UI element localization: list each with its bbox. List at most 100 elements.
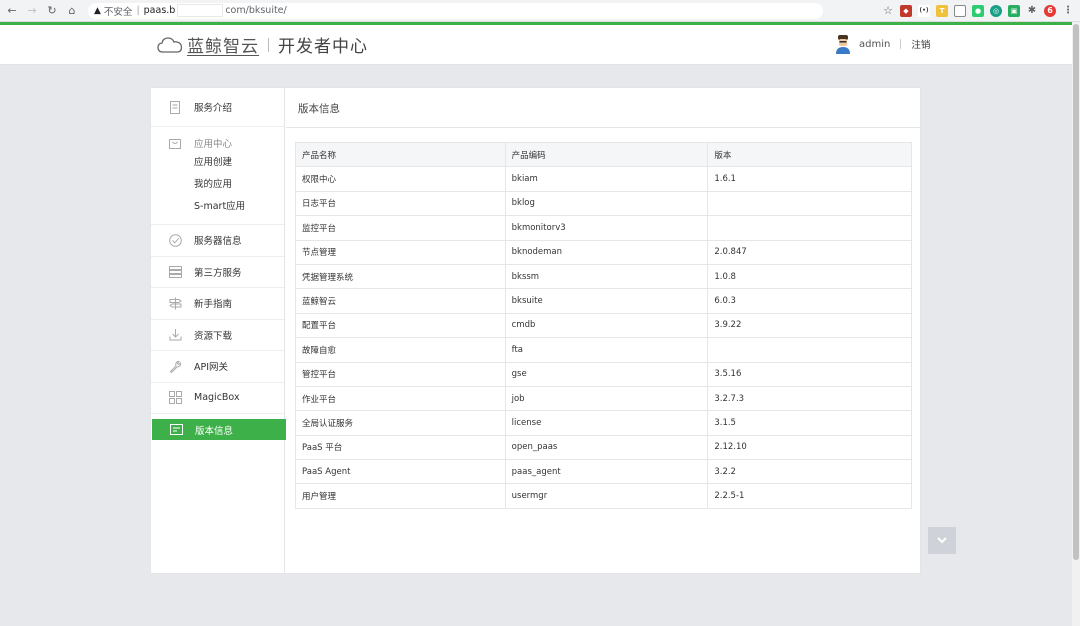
product-version: 3.9.22 [707,312,912,339]
product-name: PaaS Agent [295,459,506,485]
logo[interactable]: 蓝鲸智云 开发者中心 [157,32,368,57]
server-icon [168,265,182,279]
sidebar-item-third-party[interactable]: 第三方服务 [151,257,284,288]
column-header: 版本 [707,141,912,168]
sidebar-item-version-info[interactable]: 版本信息 [152,419,286,440]
product-version [707,215,912,241]
product-name: 权限中心 [295,166,506,192]
bookmark-star-icon[interactable]: ☆ [882,4,894,17]
page-title: 开发者中心 [278,37,368,57]
table-row: PaaS Agent paas_agent 3.2.2 [295,459,912,485]
product-code: open_paas [504,434,709,461]
product-code: usermgr [504,483,709,509]
table-row: 全局认证服务 license 3.1.5 [295,410,912,436]
cloud-logo-icon [157,36,183,53]
product-code: bkiam [504,166,709,192]
version-table: 产品名称 产品编码 版本 权限中心 bkiam 1.6.1 日志平台 bklog 监控… [295,141,912,509]
username[interactable]: admin [859,39,890,50]
bag-icon [168,136,182,150]
product-name: 节点管理 [295,239,506,265]
product-version: 1.6.1 [707,166,912,192]
url-path: com/bksuite/ [225,5,287,16]
extension-icon[interactable]: T [936,4,948,17]
sidebar-item-app-center[interactable]: 应用中心 [151,133,284,152]
product-version: 3.1.5 [707,410,912,436]
product-code: paas_agent [504,459,709,485]
extension-icon[interactable] [954,4,966,17]
product-code: license [504,410,709,436]
sidebar-item-service-intro[interactable]: 服务介绍 [151,88,284,127]
sidebar-item-api-gateway[interactable]: API网关 [151,351,284,383]
product-code: bknodeman [504,239,709,265]
download-icon [168,328,182,342]
sidebar-item-label: 服务介绍 [194,103,233,114]
evernote-icon[interactable]: ● [972,4,984,17]
sidebar-item-label: 应用中心 [194,138,233,150]
ublock-icon[interactable]: ◆ [900,4,912,17]
forward-arrow-icon[interactable]: → [24,3,40,19]
menu-dots-icon[interactable]: ⋮ [1062,5,1074,17]
signpost-icon [168,296,182,310]
wrench-icon [168,359,182,373]
product-name: 全局认证服务 [295,410,506,436]
product-code: bklog [504,190,709,217]
sidebar-item-label: 资源下载 [194,330,233,342]
sidebar-subitem-app-create[interactable]: 应用创建 [151,152,284,174]
avatar[interactable] [835,34,851,54]
extension-icon[interactable]: ▣ [1008,4,1020,17]
browser-toolbar: ← → ↻ ⌂ ▲ 不安全 | paas.b com/bksuite/ ☆ ◆ … [0,0,1080,22]
product-name: 用户管理 [295,483,506,509]
sidebar-subitem-my-apps[interactable]: 我的应用 [151,174,284,196]
product-code: bkmonitorv3 [504,215,709,241]
scroll-to-top-button[interactable] [928,527,956,554]
product-code: fta [504,337,709,363]
sidebar-item-label: API网关 [194,362,229,374]
logout-link[interactable]: 注销 [911,37,930,51]
product-version: 6.0.3 [707,288,912,314]
sidebar-item-label: 第三方服务 [194,267,242,279]
sidebar-item-label: 服务器信息 [194,236,242,248]
product-code: bksuite [504,288,709,314]
security-label: 不安全 [103,6,133,18]
sidebar-item-guide[interactable]: 新手指南 [151,288,284,320]
table-row: 作业平台 job 3.2.7.3 [295,385,912,412]
product-name: 监控平台 [295,215,506,241]
product-version: 2.12.10 [707,434,912,461]
product-code: job [504,385,709,412]
sidebar-item-label: 新手指南 [194,299,233,311]
back-arrow-icon[interactable]: ← [4,3,20,19]
app-header: 蓝鲸智云 开发者中心 admin 注销 [0,25,1072,65]
reload-icon[interactable]: ↻ [44,3,60,19]
puzzle-icon[interactable]: ✱ [1026,5,1038,17]
table-row: 凭据管理系统 bkssm 1.0.8 [295,263,912,290]
table-header-row: 产品名称 产品编码 版本 [295,141,912,168]
product-version: 2.2.5-1 [707,483,912,509]
sidebar-item-magicbox[interactable]: MagicBox [151,383,284,414]
product-code: bkssm [504,263,709,290]
table-row: 权限中心 bkiam 1.6.1 [295,166,912,192]
extension-icon[interactable]: ◎ [990,4,1002,17]
product-version [707,190,912,217]
user-area: admin 注销 [835,34,930,54]
home-icon[interactable]: ⌂ [64,3,80,19]
table-row: 配置平台 cmdb 3.9.22 [295,312,912,339]
address-bar[interactable]: ▲ 不安全 | paas.b com/bksuite/ [88,2,823,19]
scrollbar-thumb[interactable] [1073,24,1079,560]
product-name: 日志平台 [295,190,506,217]
extension-icon[interactable]: (•) [918,4,930,17]
chevron-down-icon [937,537,947,544]
product-code: cmdb [504,312,709,339]
sidebar-item-download[interactable]: 资源下载 [151,320,284,351]
product-version: 3.2.7.3 [707,385,912,412]
brand-name: 蓝鲸智云 [187,37,259,57]
product-name: 故障自愈 [295,337,506,363]
check-circle-icon [168,233,182,247]
product-version [707,337,912,363]
sidebar-subitem-smart-apps[interactable]: S-mart应用 [151,196,284,218]
product-version: 2.0.847 [707,239,912,265]
profile-icon[interactable]: 6 [1044,4,1056,17]
redaction-box [177,4,224,17]
product-name: 配置平台 [295,312,506,339]
sidebar-item-server-info[interactable]: 服务器信息 [151,225,284,257]
product-name: 凭据管理系统 [295,263,506,290]
